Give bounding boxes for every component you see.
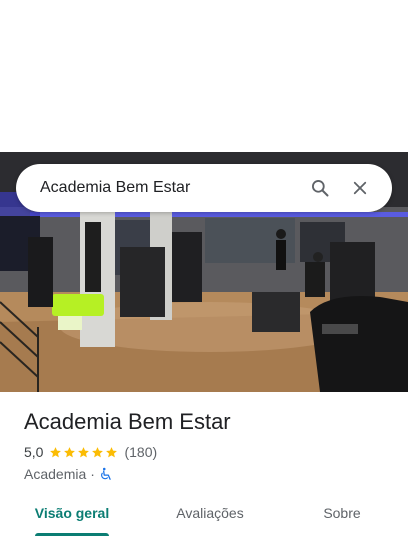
close-icon	[353, 181, 367, 195]
tab-label: Avaliações	[176, 505, 244, 521]
star-rating	[49, 446, 118, 459]
tab-bar: Visão geral Avaliações Sobre	[0, 496, 408, 536]
star-icon	[92, 446, 104, 457]
rating-value: 5,0	[24, 444, 44, 460]
category-separator: ·	[90, 466, 95, 482]
star-icon	[106, 446, 118, 457]
place-info: Academia Bem Estar 5,0 (180) Academia ·	[24, 408, 392, 484]
category-row: Academia ·	[24, 464, 392, 484]
place-category: Academia	[24, 466, 87, 482]
star-icon	[64, 446, 76, 457]
search-query[interactable]: Academia Bem Estar	[40, 179, 300, 197]
star-icon	[50, 446, 62, 457]
close-button[interactable]	[340, 168, 380, 208]
search-icon	[312, 180, 329, 197]
active-tab-indicator	[35, 533, 109, 536]
rating-row[interactable]: 5,0 (180)	[24, 442, 392, 462]
tab-label: Sobre	[323, 505, 361, 521]
search-button[interactable]	[300, 168, 340, 208]
tab-overview[interactable]: Visão geral	[0, 496, 144, 536]
star-icon	[78, 446, 90, 457]
place-title: Academia Bem Estar	[24, 409, 231, 434]
tab-about[interactable]: Sobre	[276, 496, 408, 536]
wheelchair-icon	[99, 467, 113, 481]
search-bar[interactable]: Academia Bem Estar	[16, 164, 392, 212]
tab-reviews[interactable]: Avaliações	[144, 496, 276, 536]
tab-label: Visão geral	[34, 505, 110, 521]
review-count[interactable]: (180)	[124, 444, 157, 460]
